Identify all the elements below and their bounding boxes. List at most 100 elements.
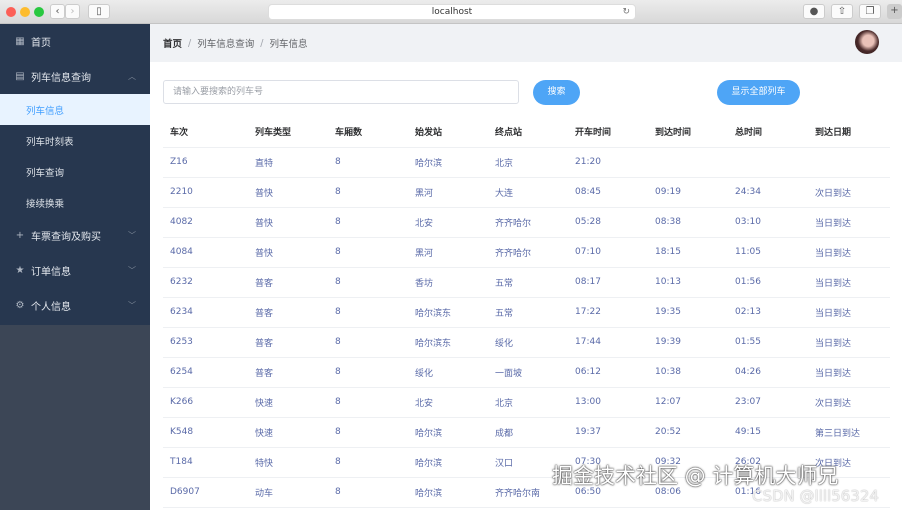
new-tab-icon[interactable]: + bbox=[887, 4, 902, 19]
table-cell bbox=[808, 147, 890, 178]
address-bar[interactable]: localhost ↻ bbox=[268, 4, 636, 20]
table-cell: 当日到达 bbox=[808, 207, 890, 238]
reload-icon[interactable]: ↻ bbox=[622, 5, 630, 19]
table-row[interactable]: 4082 普快 8 北安 齐齐哈尔 05:28 08:38 03:10 当日到达 bbox=[163, 207, 890, 238]
table-cell bbox=[728, 147, 808, 178]
table-row[interactable]: 6234 普客 8 哈尔滨东 五常 17:22 19:35 02:13 当日到达 bbox=[163, 297, 890, 328]
table-cell: 10:13 bbox=[648, 267, 728, 298]
table-cell: 哈尔滨 bbox=[408, 447, 488, 478]
sidebar-toggle-icon[interactable]: ▯ bbox=[88, 4, 110, 19]
table-cell: 08:17 bbox=[568, 267, 648, 298]
table-cell: 8 bbox=[328, 447, 408, 478]
column-header: 开车时间 bbox=[568, 117, 648, 148]
show-all-trains-button[interactable]: 显示全部列车 bbox=[717, 80, 800, 105]
table-cell: 23:07 bbox=[728, 387, 808, 418]
column-header: 车厢数 bbox=[328, 117, 408, 148]
table-row[interactable]: 2210 普快 8 黑河 大连 08:45 09:19 24:34 次日到达 bbox=[163, 177, 890, 208]
table-row[interactable]: K266 快速 8 北安 北京 13:00 12:07 23:07 次日到达 bbox=[163, 387, 890, 418]
table-cell: 8 bbox=[328, 177, 408, 208]
grid-icon: ▦ bbox=[15, 36, 25, 47]
minimize-window-button[interactable] bbox=[20, 7, 30, 17]
table-cell: 哈尔滨 bbox=[408, 417, 488, 448]
back-icon[interactable]: ‹ bbox=[50, 4, 65, 19]
table-cell: 02:13 bbox=[728, 297, 808, 328]
sidebar: ▦ 首页 ▤ 列车信息查询 ︿ 列车信息 列车时刻表 列车查询 接续换乘 + 车票查询及… bbox=[0, 24, 150, 510]
sidebar-item-orders[interactable]: ★ 订单信息 ﹀ bbox=[0, 253, 150, 288]
table-cell: T184 bbox=[163, 447, 248, 478]
sidebar-item-home[interactable]: ▦ 首页 bbox=[0, 24, 150, 59]
table-row[interactable]: Z16 直特 8 哈尔滨 北京 21:20 bbox=[163, 147, 890, 178]
table-cell: 北京 bbox=[488, 147, 568, 178]
table-cell: 普客 bbox=[248, 327, 328, 358]
table-cell: 8 bbox=[328, 417, 408, 448]
watermark-sub: CSDN @llll56324 bbox=[752, 487, 879, 505]
sidebar-item-train-info-query[interactable]: ▤ 列车信息查询 ︿ bbox=[0, 59, 150, 94]
table-cell: 8 bbox=[328, 327, 408, 358]
table-cell: 普快 bbox=[248, 177, 328, 208]
avatar[interactable] bbox=[855, 30, 879, 54]
table-cell: 8 bbox=[328, 147, 408, 178]
sidebar-item-train-info[interactable]: 列车信息 bbox=[0, 94, 150, 125]
table-row[interactable]: K548 快速 8 哈尔滨 成都 19:37 20:52 49:15 第三日到达 bbox=[163, 417, 890, 448]
maximize-window-button[interactable] bbox=[34, 7, 44, 17]
table-cell: 成都 bbox=[488, 417, 568, 448]
table-cell: 8 bbox=[328, 387, 408, 418]
table-cell: 17:44 bbox=[568, 327, 648, 358]
share-icon[interactable]: ⇧ bbox=[831, 4, 853, 19]
table-cell: 哈尔滨 bbox=[408, 477, 488, 508]
table-cell: 一面坡 bbox=[488, 357, 568, 388]
download-icon[interactable]: ● bbox=[803, 4, 825, 19]
search-button[interactable]: 搜索 bbox=[533, 80, 580, 105]
table-cell: 直特 bbox=[248, 147, 328, 178]
chevron-down-icon: ﹀ bbox=[128, 231, 136, 240]
table-cell: D6907 bbox=[163, 477, 248, 508]
table-cell: 绥化 bbox=[408, 357, 488, 388]
table-cell: 快速 bbox=[248, 417, 328, 448]
table-cell: 大连 bbox=[488, 177, 568, 208]
table-cell: 03:10 bbox=[728, 207, 808, 238]
table-cell: 08:38 bbox=[648, 207, 728, 238]
table-cell: 8 bbox=[328, 267, 408, 298]
forward-icon[interactable]: › bbox=[65, 4, 80, 19]
table-cell: 哈尔滨东 bbox=[408, 327, 488, 358]
table-cell: 8 bbox=[328, 477, 408, 508]
table-cell: 北安 bbox=[408, 207, 488, 238]
table-cell: 19:39 bbox=[648, 327, 728, 358]
table-cell: 17:22 bbox=[568, 297, 648, 328]
table-cell: 09:19 bbox=[648, 177, 728, 208]
table-cell: 次日到达 bbox=[808, 177, 890, 208]
table-cell: 北京 bbox=[488, 387, 568, 418]
close-window-button[interactable] bbox=[6, 7, 16, 17]
table-cell: 动车 bbox=[248, 477, 328, 508]
table-row[interactable]: 6232 普客 8 香坊 五常 08:17 10:13 01:56 当日到达 bbox=[163, 267, 890, 298]
table-cell: 哈尔滨东 bbox=[408, 297, 488, 328]
breadcrumb-home[interactable]: 首页 bbox=[163, 36, 182, 50]
plus-icon: + bbox=[15, 230, 25, 241]
table-cell: 香坊 bbox=[408, 267, 488, 298]
table-row[interactable]: 6254 普客 8 绥化 一面坡 06:12 10:38 04:26 当日到达 bbox=[163, 357, 890, 388]
sidebar-item-timetable[interactable]: 列车时刻表 bbox=[0, 125, 150, 156]
search-input[interactable]: 请输入要搜索的列车号 bbox=[163, 80, 519, 104]
table-cell: 10:38 bbox=[648, 357, 728, 388]
table-cell: 当日到达 bbox=[808, 297, 890, 328]
table-cell: 8 bbox=[328, 357, 408, 388]
chevron-down-icon: ﹀ bbox=[128, 301, 136, 310]
table-cell: 8 bbox=[328, 207, 408, 238]
sidebar-item-profile[interactable]: ⚙ 个人信息 ﹀ bbox=[0, 288, 150, 323]
table-cell: 2210 bbox=[163, 177, 248, 208]
sidebar-item-transfer[interactable]: 接续换乘 bbox=[0, 187, 150, 218]
table-cell: 齐齐哈尔 bbox=[488, 237, 568, 268]
breadcrumb-train-query[interactable]: 列车信息查询 bbox=[197, 36, 254, 50]
table-cell: 49:15 bbox=[728, 417, 808, 448]
star-icon: ★ bbox=[15, 265, 25, 276]
table-cell: 6253 bbox=[163, 327, 248, 358]
sidebar-item-train-search[interactable]: 列车查询 bbox=[0, 156, 150, 187]
chevron-up-icon: ︿ bbox=[128, 72, 136, 81]
table-row[interactable]: 4084 普快 8 黑河 齐齐哈尔 07:10 18:15 11:05 当日到达 bbox=[163, 237, 890, 268]
table-cell: 黑河 bbox=[408, 237, 488, 268]
table-cell: 19:37 bbox=[568, 417, 648, 448]
tabs-icon[interactable]: ❐ bbox=[859, 4, 881, 19]
sidebar-item-tickets[interactable]: + 车票查询及购买 ﹀ bbox=[0, 218, 150, 253]
table-cell: 05:28 bbox=[568, 207, 648, 238]
table-row[interactable]: 6253 普客 8 哈尔滨东 绥化 17:44 19:39 01:55 当日到达 bbox=[163, 327, 890, 358]
